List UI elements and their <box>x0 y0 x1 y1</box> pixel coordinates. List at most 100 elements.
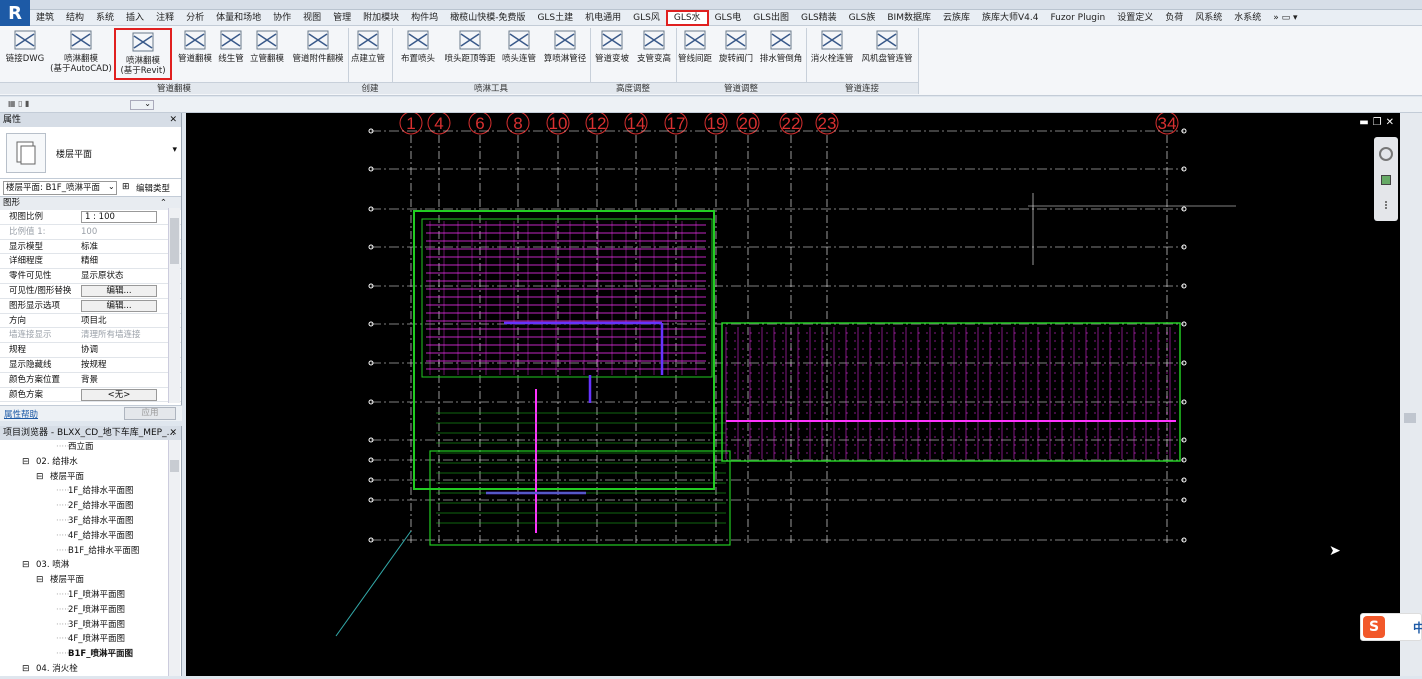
pipe-flip-button[interactable]: 管道翻模 <box>176 28 214 80</box>
property-value[interactable]: 清理所有墙连接 <box>81 328 157 342</box>
ribbon-tab-20[interactable]: GLS族 <box>843 10 882 26</box>
ribbon-tab-3[interactable]: 插入 <box>120 10 150 26</box>
property-row[interactable]: 显示模型 标准 <box>0 240 181 255</box>
scroll-thumb[interactable] <box>1404 413 1416 423</box>
property-value[interactable]: 显示原状态 <box>81 269 157 283</box>
browser-tree-item[interactable]: ····· 3F_给排水平面图 <box>0 514 181 529</box>
ribbon-tab-18[interactable]: GLS出图 <box>747 10 795 26</box>
support-change-button[interactable]: 支管变高 <box>634 28 674 80</box>
property-value[interactable]: 标准 <box>81 240 157 254</box>
ribbon-tab-25[interactable]: 设置定义 <box>1111 10 1159 26</box>
property-row[interactable]: 颜色方案 <无> <box>0 388 181 403</box>
browser-tree-item[interactable]: ····· B1F_给排水平面图 <box>0 544 181 559</box>
property-value[interactable]: 背景 <box>81 373 157 387</box>
property-value[interactable]: <无> <box>81 388 157 401</box>
ribbon-tab-6[interactable]: 体量和场地 <box>210 10 267 26</box>
property-row[interactable]: 零件可见性 显示原状态 <box>0 269 181 284</box>
options-dropdown[interactable]: ⌄ <box>130 99 154 110</box>
browser-tree-item[interactable]: ⊟ 楼层平面 <box>0 470 181 485</box>
ribbon-tab-1[interactable]: 结构 <box>60 10 90 26</box>
restore-icon[interactable]: ❐ <box>1373 117 1386 128</box>
property-value[interactable]: 1 : 100 <box>81 211 157 223</box>
zoom-icon[interactable] <box>1381 175 1391 185</box>
minimize-icon[interactable]: ▬ <box>1359 117 1372 128</box>
close-icon[interactable]: ✕ <box>169 113 177 127</box>
browser-tree-item[interactable]: ····· 2F_给排水平面图 <box>0 499 181 514</box>
property-row[interactable]: 颜色方案位置 背景 <box>0 373 181 388</box>
ribbon-tab-19[interactable]: GLS精装 <box>795 10 843 26</box>
property-row[interactable]: 详细程度 精细 <box>0 254 181 270</box>
head-connect-button[interactable]: 喷头连管 <box>500 28 538 80</box>
browser-tree-item[interactable]: ⊟ 楼层平面 <box>0 573 181 588</box>
line-pipe-button[interactable]: 线生管 <box>216 28 246 80</box>
browser-tree-item[interactable]: ····· 西立面 <box>0 440 181 455</box>
browser-tree-item[interactable]: ····· 2F_喷淋平面图 <box>0 603 181 618</box>
spray-flip-cad-button[interactable]: 喷淋翻模 (基于AutoCAD) <box>50 28 112 80</box>
property-row[interactable]: 墙连接显示 清理所有墙连接 <box>0 328 181 344</box>
browser-tree-item[interactable]: ····· 3F_喷淋平面图 <box>0 618 181 633</box>
collapse-icon[interactable]: ⊟ <box>22 455 30 470</box>
browser-tree-item[interactable]: ····· 1F_给排水平面图 <box>0 484 181 499</box>
type-selector[interactable]: 楼层平面 ▾ <box>0 127 181 179</box>
ribbon-tab-24[interactable]: Fuzor Plugin <box>1044 10 1111 26</box>
ribbon-tab-4[interactable]: 注释 <box>150 10 180 26</box>
browser-tree-item[interactable]: ⊟ 02. 给排水 <box>0 455 181 470</box>
drawing-canvas[interactable]: 1 4 6 8 10 12 14 17 19 20 22 23 34 ▬❐✕ ➤ <box>186 111 1400 676</box>
property-value[interactable]: 协调 <box>81 343 157 357</box>
ribbon-tab-9[interactable]: 管理 <box>327 10 357 26</box>
collapse-icon[interactable]: ⊟ <box>36 573 44 588</box>
property-row[interactable]: 视图比例 1 : 100 <box>0 210 181 225</box>
collapse-icon[interactable]: ⊟ <box>22 558 30 573</box>
place-head-button[interactable]: 布置喷头 <box>398 28 438 80</box>
ribbon-tab-13[interactable]: GLS土建 <box>531 10 579 26</box>
property-value[interactable]: 编辑... <box>81 299 157 312</box>
rotate-valve-button[interactable]: 旋转阀门 <box>716 28 756 80</box>
ribbon-tab-17[interactable]: GLS电 <box>709 10 748 26</box>
property-row[interactable]: 比例值 1: 100 <box>0 225 181 240</box>
ribbon-tab-21[interactable]: BIM数据库 <box>881 10 937 26</box>
ribbon-tab-0[interactable]: 建筑 <box>30 10 60 26</box>
browser-tree-item[interactable]: ⊟ 03. 喷淋 <box>0 558 181 573</box>
ime-indicator[interactable]: S 中 <box>1360 613 1422 641</box>
browser-tree-item[interactable]: ····· B1F_喷淋平面图 <box>0 647 181 662</box>
property-value[interactable]: 编辑... <box>81 284 157 297</box>
ribbon-more-icon[interactable]: » ▭ ▾ <box>1267 10 1303 26</box>
ribbon-tab-10[interactable]: 附加模块 <box>357 10 405 26</box>
spray-flip-revit-button[interactable]: 喷淋翻模 (基于Revit) <box>114 28 172 80</box>
ribbon-tab-27[interactable]: 风系统 <box>1189 10 1228 26</box>
property-row[interactable]: 显示隐藏线 按规程 <box>0 358 181 373</box>
ribbon-tab-2[interactable]: 系统 <box>90 10 120 26</box>
ribbon-tab-28[interactable]: 水系统 <box>1228 10 1267 26</box>
pipe-change-button[interactable]: 管道变坡 <box>592 28 632 80</box>
properties-section-graphics[interactable]: 图形 ⌃ <box>0 197 181 210</box>
ribbon-tab-8[interactable]: 视图 <box>297 10 327 26</box>
calc-pipe-dia-button[interactable]: 算喷淋管径 <box>540 28 590 80</box>
link-dwg-button[interactable]: 链接DWG <box>2 28 48 80</box>
head-spacing-button[interactable]: 喷头距顶等距 <box>442 28 498 80</box>
property-row[interactable]: 图形显示选项 编辑... <box>0 299 181 314</box>
steering-wheel-icon[interactable] <box>1379 147 1393 161</box>
ribbon-tab-16[interactable]: GLS水 <box>665 10 709 26</box>
apply-button[interactable]: 应用 <box>124 407 176 420</box>
right-scrollbar[interactable] <box>1400 113 1422 676</box>
ribbon-tab-26[interactable]: 负荷 <box>1159 10 1189 26</box>
browser-tree-item[interactable]: ····· 4F_喷淋平面图 <box>0 632 181 647</box>
property-value[interactable]: 项目北 <box>81 314 157 328</box>
browser-tree-item[interactable]: ⊟ 04. 消火栓 <box>0 662 181 677</box>
ribbon-tab-11[interactable]: 构件坞 <box>405 10 444 26</box>
ribbon-tab-23[interactable]: 族库大师V4.4 <box>976 10 1044 26</box>
close-icon[interactable]: ✕ <box>1386 117 1398 128</box>
collapse-icon[interactable]: ⊟ <box>22 662 30 677</box>
property-row[interactable]: 方向 项目北 <box>0 314 181 329</box>
properties-help-link[interactable]: 属性帮助 <box>4 408 38 420</box>
ribbon-tab-7[interactable]: 协作 <box>267 10 297 26</box>
browser-tree-item[interactable]: ····· 4F_给排水平面图 <box>0 529 181 544</box>
floor-plan-drawing[interactable]: 1 4 6 8 10 12 14 17 19 20 22 23 34 <box>186 111 1400 676</box>
close-icon[interactable]: ✕ <box>169 426 177 440</box>
revit-logo[interactable]: R <box>0 0 30 28</box>
properties-scrollbar[interactable] <box>168 208 180 403</box>
browser-tree-item[interactable]: ····· 1F_喷淋平面图 <box>0 588 181 603</box>
property-row[interactable]: 可见性/图形替换 编辑... <box>0 284 181 299</box>
collapse-icon[interactable]: ⊟ <box>36 470 44 485</box>
ribbon-tab-5[interactable]: 分析 <box>180 10 210 26</box>
